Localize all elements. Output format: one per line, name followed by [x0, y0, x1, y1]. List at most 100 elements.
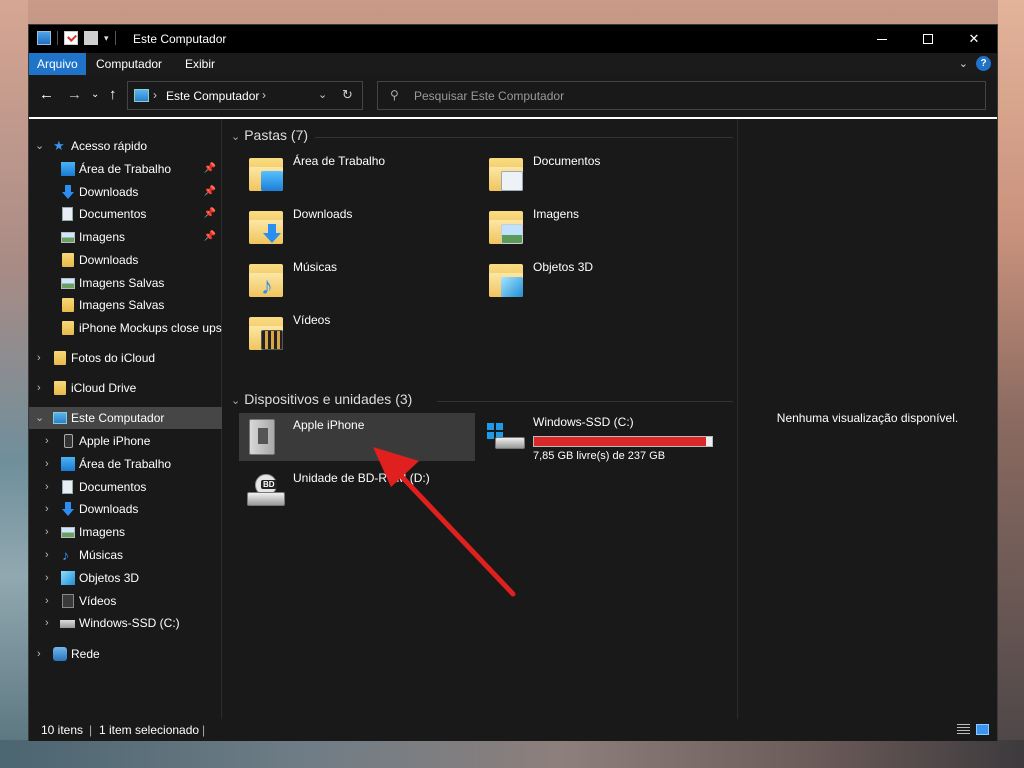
sidebar-item-apple-iphone[interactable]: › Apple iPhone [29, 430, 222, 452]
customize-toolbar-dropdown-icon[interactable]: ▾ [104, 33, 109, 44]
image-icon [61, 278, 75, 289]
folder-tile-videos[interactable]: Vídeos [239, 308, 475, 356]
sidebar-item-acesso-rapido[interactable]: ⌄ ★ Acesso rápido [29, 135, 222, 157]
sidebar-item-imagens-salvas[interactable]: Imagens Salvas [29, 272, 222, 294]
group-collapse-chevron-icon[interactable]: ⌄ [231, 131, 240, 143]
device-tile-windows-ssd[interactable]: Windows-SSD (C:) 7,85 GB livre(s) de 237… [479, 413, 715, 462]
sidebar-item-downloads[interactable]: › Downloads [29, 498, 222, 520]
sidebar-item-label: Imagens Salvas [79, 298, 165, 312]
status-separator: | [89, 723, 93, 737]
pin-icon: 📌 [203, 163, 216, 174]
maximize-button[interactable] [905, 25, 951, 53]
minimize-icon [877, 38, 887, 40]
sidebar-item-fotos-do-icloud[interactable]: › Fotos do iCloud [29, 347, 222, 369]
video-icon [62, 594, 74, 608]
window-controls: ✕ [859, 25, 997, 53]
folder-tile-documentos[interactable]: Documentos [479, 149, 715, 197]
sidebar-item-area-de-trabalho-pinned[interactable]: Área de Trabalho 📌 [29, 158, 222, 180]
refresh-icon[interactable]: ↻ [342, 87, 353, 103]
sidebar-item-label: iCloud Drive [71, 381, 137, 395]
folder-tile-imagens[interactable]: Imagens [479, 202, 715, 250]
tab-exibir[interactable]: Exibir [185, 53, 215, 75]
new-folder-icon[interactable] [84, 31, 98, 45]
breadcrumb-location[interactable]: Este Computador [166, 89, 259, 103]
up-arrow-icon[interactable]: ↑ [109, 86, 117, 103]
expand-chevron-icon[interactable]: › [37, 643, 41, 665]
details-view-icon[interactable] [957, 724, 970, 735]
sidebar-item-este-computador[interactable]: ⌄ Este Computador [29, 407, 222, 429]
expand-chevron-icon[interactable]: › [37, 347, 41, 369]
tile-label: Vídeos [293, 313, 331, 327]
tab-arquivo[interactable]: Arquivo [29, 53, 86, 75]
sidebar-item-videos[interactable]: › Vídeos [29, 590, 222, 612]
documents-folder-icon [489, 155, 523, 191]
tile-label: Windows-SSD (C:) [533, 415, 634, 429]
search-box[interactable]: ⚲ [377, 81, 986, 110]
group-header-pastas[interactable]: ⌄ Pastas (7) [231, 127, 308, 143]
recent-locations-chevron-icon[interactable]: ⌄ [91, 89, 99, 100]
sidebar-item-windows-ssd[interactable]: › Windows-SSD (C:) [29, 612, 222, 634]
sidebar-item-icloud-drive[interactable]: › iCloud Drive [29, 377, 222, 399]
download-icon [61, 502, 75, 516]
tab-computador[interactable]: Computador [96, 53, 162, 75]
device-tile-bd-rom[interactable]: BD Unidade de BD-ROM (D:) [239, 466, 475, 514]
tile-label: Objetos 3D [533, 260, 594, 274]
preview-pane: Nenhuma visualização disponível. [737, 119, 997, 719]
sidebar-item-downloads-folder[interactable]: Downloads [29, 249, 222, 271]
folder-tile-downloads[interactable]: Downloads [239, 202, 475, 250]
expand-chevron-icon[interactable]: › [45, 430, 49, 452]
sidebar-item-downloads-pinned[interactable]: Downloads 📌 [29, 181, 222, 203]
desktop-wallpaper-left [0, 0, 28, 768]
phone-icon [64, 434, 73, 448]
search-input[interactable] [414, 87, 974, 105]
breadcrumb-chevron-icon[interactable]: › [262, 88, 266, 102]
group-collapse-chevron-icon[interactable]: ⌄ [231, 395, 240, 407]
address-bar[interactable]: › Este Computador › ⌄ ↻ [127, 81, 363, 110]
selection-status: 1 item selecionado [99, 723, 200, 737]
sidebar-item-objetos-3d[interactable]: › Objetos 3D [29, 567, 222, 589]
sidebar-item-rede[interactable]: › Rede [29, 643, 222, 665]
expand-chevron-icon[interactable]: › [45, 612, 49, 634]
document-icon [62, 207, 73, 221]
back-arrow-icon[interactable]: ← [39, 86, 54, 103]
properties-icon[interactable] [64, 31, 78, 45]
sidebar-item-imagens[interactable]: › Imagens [29, 521, 222, 543]
sidebar-item-documentos-pinned[interactable]: Documentos 📌 [29, 203, 222, 225]
expand-chevron-icon[interactable]: › [37, 377, 41, 399]
music-folder-icon: ♪ [249, 261, 283, 299]
expand-chevron-icon[interactable]: › [45, 590, 49, 612]
desktop-wallpaper-bottom [0, 740, 1024, 768]
sidebar-item-musicas[interactable]: › ♪ Músicas [29, 544, 222, 566]
sidebar-item-area-de-trabalho[interactable]: › Área de Trabalho [29, 453, 222, 475]
folder-tile-musicas[interactable]: ♪ Músicas [239, 255, 475, 303]
computer-icon [53, 412, 67, 424]
forward-arrow-icon[interactable]: → [67, 86, 82, 103]
minimize-button[interactable] [859, 25, 905, 53]
help-icon[interactable]: ? [976, 56, 991, 71]
close-button[interactable]: ✕ [951, 25, 997, 53]
expand-chevron-icon[interactable]: › [45, 521, 49, 543]
group-header-dispositivos[interactable]: ⌄ Dispositivos e unidades (3) [231, 391, 412, 407]
downloads-folder-icon [249, 208, 283, 244]
expand-chevron-icon[interactable]: › [45, 476, 49, 498]
folder-tile-area-de-trabalho[interactable]: Área de Trabalho [239, 149, 475, 197]
expand-chevron-icon[interactable]: › [45, 544, 49, 566]
address-dropdown-icon[interactable]: ⌄ [318, 88, 327, 101]
expand-chevron-icon[interactable]: › [45, 453, 49, 475]
expand-chevron-icon[interactable]: › [45, 567, 49, 589]
collapse-chevron-icon[interactable]: ⌄ [35, 135, 44, 157]
pin-icon: 📌 [203, 231, 216, 242]
sidebar-item-imagens-salvas-folder[interactable]: Imagens Salvas [29, 294, 222, 316]
sidebar-item-iphone-mockups[interactable]: iPhone Mockups close ups [29, 317, 222, 339]
sidebar-item-label: Fotos do iCloud [71, 351, 156, 365]
tiles-view-icon[interactable] [976, 724, 989, 735]
device-tile-apple-iphone[interactable]: Apple iPhone [239, 413, 475, 461]
expand-ribbon-chevron-icon[interactable]: ⌄ [959, 57, 968, 70]
sidebar-item-label: Acesso rápido [71, 139, 148, 153]
sidebar-item-documentos[interactable]: › Documentos [29, 476, 222, 498]
expand-chevron-icon[interactable]: › [45, 498, 49, 520]
collapse-chevron-icon[interactable]: ⌄ [35, 407, 44, 429]
folder-tile-objetos-3d[interactable]: Objetos 3D [479, 255, 715, 303]
sidebar-item-imagens-pinned[interactable]: Imagens 📌 [29, 226, 222, 248]
search-icon: ⚲ [390, 88, 399, 102]
